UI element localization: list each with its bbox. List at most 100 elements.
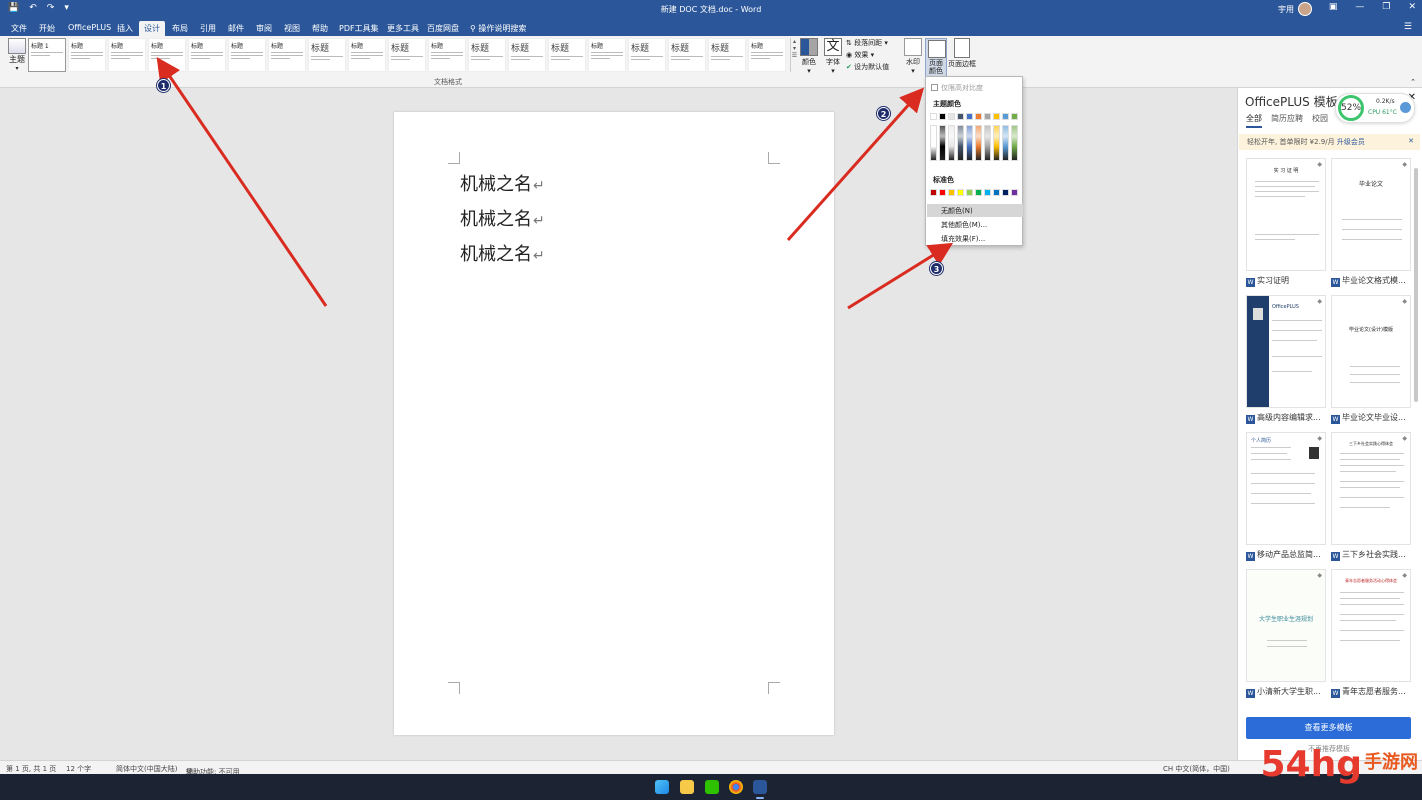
template-card[interactable]: OfficePLUS ◆ W 高级内容编辑求... <box>1246 295 1326 424</box>
style-set-item[interactable]: 标题 <box>588 38 626 72</box>
share-icon[interactable]: ☰ <box>1404 22 1412 32</box>
chrome-icon[interactable] <box>729 780 743 794</box>
chevron-up-icon[interactable]: ▴ <box>791 38 798 45</box>
theme-color-swatch[interactable] <box>993 113 1000 120</box>
style-set-item[interactable]: 标题 <box>708 38 746 72</box>
close-icon[interactable]: ✕ <box>1408 137 1414 145</box>
more-templates-button[interactable]: 查看更多模板 <box>1246 717 1411 739</box>
gallery-expand-icon[interactable]: ☰ <box>791 52 798 59</box>
style-set-item[interactable]: 标题 <box>308 38 346 72</box>
standard-color-swatch[interactable] <box>930 189 937 196</box>
standard-color-swatch[interactable] <box>1002 189 1009 196</box>
theme-color-swatch[interactable] <box>1002 113 1009 120</box>
document-paragraph[interactable]: 机械之名↵ <box>460 240 545 266</box>
theme-color-swatch[interactable] <box>975 113 982 120</box>
chevron-down-icon[interactable]: ▾ <box>791 45 798 52</box>
standard-color-swatch[interactable] <box>948 189 955 196</box>
style-set-item[interactable]: 标题 <box>148 38 186 72</box>
tab-view[interactable]: 视图 <box>279 21 305 36</box>
style-set-item[interactable]: 标题 1 <box>28 38 66 72</box>
upgrade-link[interactable]: 升级会员 <box>1337 138 1365 146</box>
panel-tab-all[interactable]: 全部 <box>1246 113 1262 128</box>
template-thumbnail[interactable]: 实 习 证 明 ◆ <box>1246 158 1326 271</box>
theme-color-tint-column[interactable] <box>930 125 937 161</box>
colors-button[interactable]: 颜色 ▾ <box>800 38 818 75</box>
boost-icon[interactable] <box>1400 102 1411 113</box>
fill-effects-option[interactable]: 填充效果(F)... <box>927 232 1023 245</box>
template-thumbnail[interactable]: 个人简历 ◆ <box>1246 432 1326 545</box>
tab-insert[interactable]: 插入 <box>112 21 138 36</box>
page-borders-button[interactable]: 页面边框 <box>948 38 976 69</box>
template-card[interactable]: 实 习 证 明 ◆ W 实习证明 <box>1246 158 1326 287</box>
style-set-item[interactable]: 标题 <box>108 38 146 72</box>
effects-button[interactable]: ◉ 效果 ▾ <box>846 50 889 62</box>
style-set-item[interactable]: 标题 <box>188 38 226 72</box>
fonts-button[interactable]: 文 字体 ▾ <box>824 38 842 75</box>
theme-color-swatch[interactable] <box>966 113 973 120</box>
style-set-item[interactable]: 标题 <box>468 38 506 72</box>
tab-file[interactable]: 文件 <box>6 21 32 36</box>
style-set-item[interactable]: 标题 <box>748 38 786 72</box>
template-thumbnail[interactable]: 大学生职业生涯规划 ◆ <box>1246 569 1326 682</box>
template-thumbnail[interactable]: 毕业论文(设计)模版 ◆ <box>1331 295 1411 408</box>
document-paragraph[interactable]: 机械之名↵ <box>460 170 545 196</box>
theme-color-swatch[interactable] <box>930 113 937 120</box>
standard-color-swatch[interactable] <box>993 189 1000 196</box>
file-explorer-icon[interactable] <box>680 780 694 794</box>
tab-references[interactable]: 引用 <box>195 21 221 36</box>
document-page[interactable]: 机械之名↵ 机械之名↵ 机械之名↵ <box>394 112 834 735</box>
word-app-icon[interactable] <box>753 780 767 794</box>
style-set-item[interactable]: 标题 <box>388 38 426 72</box>
theme-color-tint-column[interactable] <box>948 125 955 161</box>
close-icon[interactable]: ✕ <box>1408 2 1416 12</box>
more-colors-option[interactable]: 其他颜色(M)... <box>927 218 1023 231</box>
document-paragraph[interactable]: 机械之名↵ <box>460 205 545 231</box>
style-set-item[interactable]: 标题 <box>68 38 106 72</box>
standard-color-swatch[interactable] <box>975 189 982 196</box>
panel-scrollbar[interactable] <box>1414 168 1418 402</box>
theme-color-tint-column[interactable] <box>966 125 973 161</box>
watermark-button[interactable]: 水印 ▾ <box>904 38 922 75</box>
theme-color-swatch[interactable] <box>984 113 991 120</box>
checkbox[interactable] <box>931 84 938 91</box>
tab-home[interactable]: 开始 <box>34 21 60 36</box>
theme-color-swatch[interactable] <box>948 113 955 120</box>
paragraph-spacing-button[interactable]: ⇅ 段落间距 ▾ <box>846 38 889 50</box>
template-card[interactable]: 青年志愿者服务活动心得体会 ◆ W 青年志愿者服务... <box>1331 569 1411 698</box>
style-set-item[interactable]: 标题 <box>548 38 586 72</box>
standard-color-swatch[interactable] <box>966 189 973 196</box>
theme-color-tint-column[interactable] <box>1011 125 1018 161</box>
tab-mailings[interactable]: 邮件 <box>223 21 249 36</box>
language[interactable]: 简体中文(中国大陆) <box>116 764 177 774</box>
template-card[interactable]: 个人简历 ◆ W 移动产品总监简... <box>1246 432 1326 561</box>
theme-color-tint-column[interactable] <box>993 125 1000 161</box>
tab-help[interactable]: 帮助 <box>307 21 333 36</box>
style-set-item[interactable]: 标题 <box>268 38 306 72</box>
tab-layout[interactable]: 布局 <box>167 21 193 36</box>
template-thumbnail[interactable]: 三下乡社会实践心得体会 ◆ <box>1331 432 1411 545</box>
theme-color-tint-column[interactable] <box>1002 125 1009 161</box>
style-set-item[interactable]: 标题 <box>428 38 466 72</box>
theme-color-swatch[interactable] <box>939 113 946 120</box>
standard-color-swatch[interactable] <box>939 189 946 196</box>
wechat-icon[interactable] <box>705 780 719 794</box>
themes-button[interactable]: 主题 ▾ <box>6 38 28 72</box>
no-color-option[interactable]: 无颜色(N) <box>927 204 1023 217</box>
theme-color-tint-column[interactable] <box>975 125 982 161</box>
minimize-icon[interactable]: — <box>1355 2 1364 12</box>
tab-review[interactable]: 审阅 <box>251 21 277 36</box>
panel-tab-campus[interactable]: 校园 <box>1312 113 1328 128</box>
tab-baidu-netdisk[interactable]: 百度网盘 <box>422 21 464 36</box>
template-card[interactable]: 三下乡社会实践心得体会 ◆ W 三下乡社会实践... <box>1331 432 1411 561</box>
word-count[interactable]: 12 个字 <box>66 764 91 774</box>
standard-color-swatch[interactable] <box>984 189 991 196</box>
tab-pdf-tools[interactable]: PDF工具集 <box>334 21 384 36</box>
collapse-ribbon-icon[interactable]: ⌃ <box>1410 78 1416 86</box>
style-set-item[interactable]: 标题 <box>508 38 546 72</box>
performance-widget[interactable]: 52% 0.2K/s CPU 61°C <box>1335 93 1415 123</box>
style-set-item[interactable]: 标题 <box>348 38 386 72</box>
high-contrast-only-option[interactable]: 仅限高对比度 <box>931 83 983 93</box>
page-count[interactable]: 第 1 页, 共 1 页 <box>6 764 56 774</box>
windows-start-icon[interactable] <box>655 780 669 794</box>
tab-more-tools[interactable]: 更多工具 <box>382 21 424 36</box>
